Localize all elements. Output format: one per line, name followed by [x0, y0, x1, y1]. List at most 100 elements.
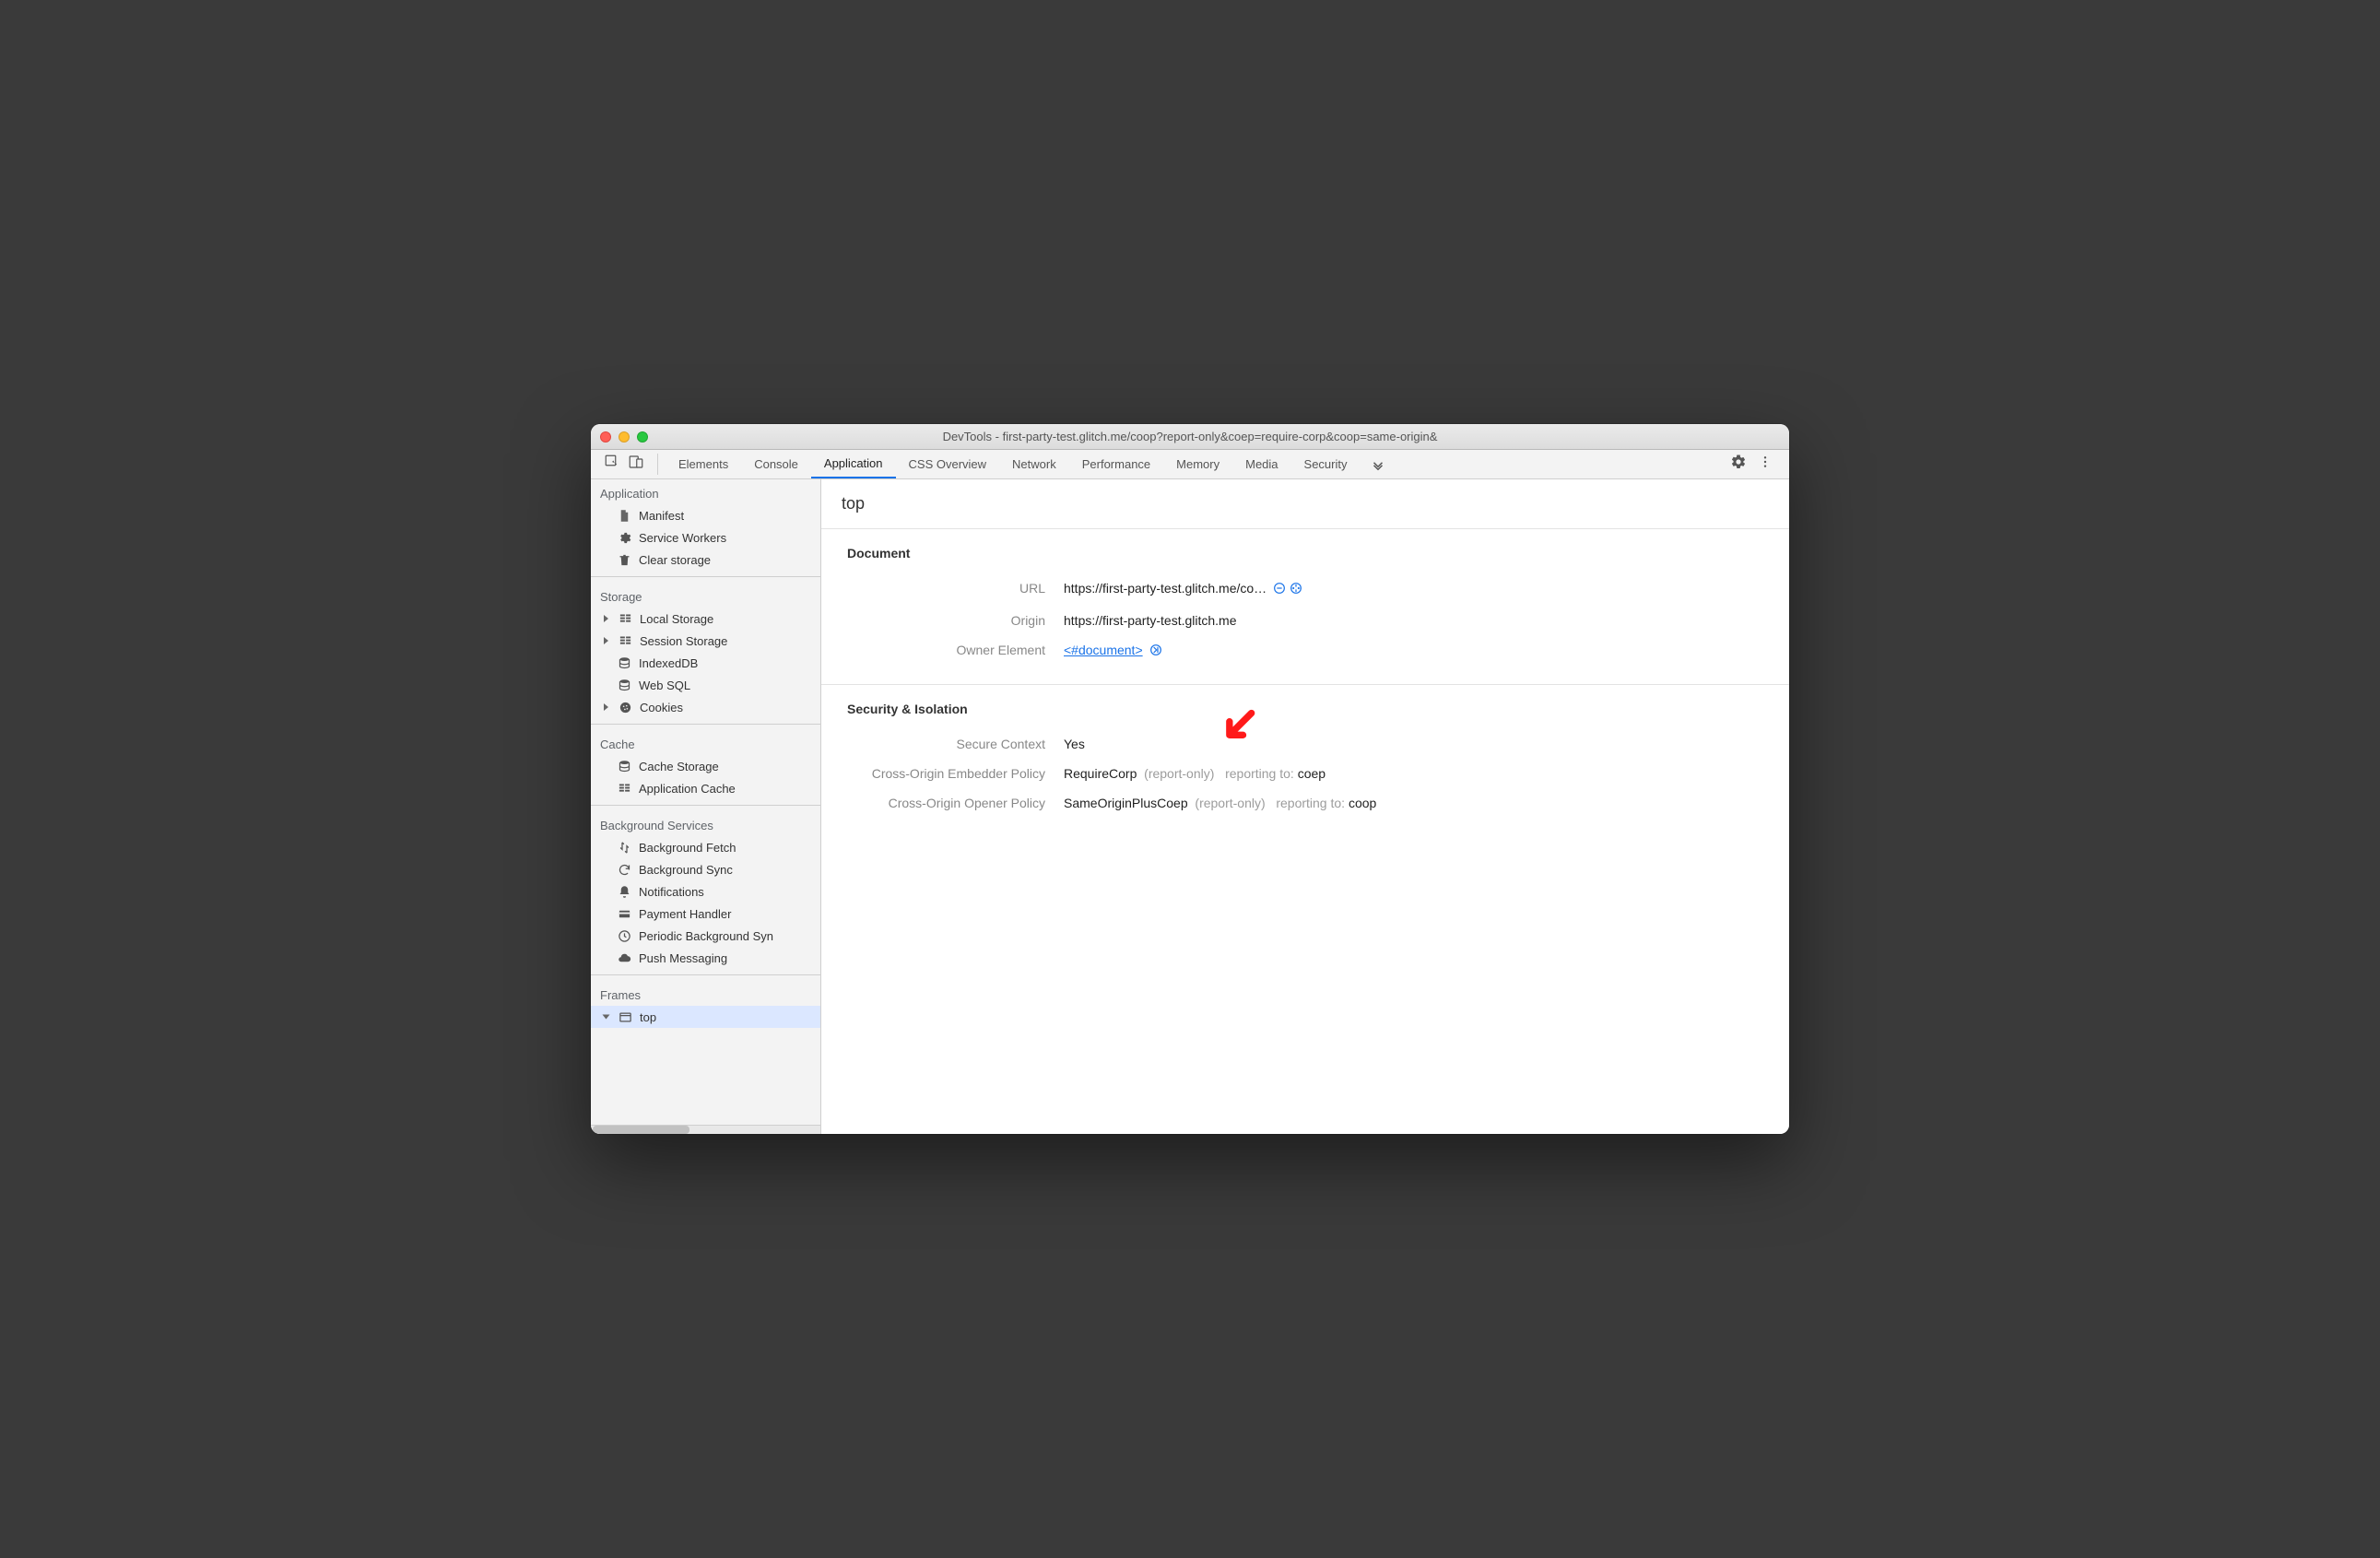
- sidebar-item-top[interactable]: top: [591, 1006, 820, 1028]
- application-sidebar[interactable]: ApplicationManifestService WorkersClear …: [591, 479, 821, 1134]
- tab-elements[interactable]: Elements: [666, 450, 741, 478]
- value-url: https://first-party-test.glitch.me/co…: [1064, 581, 1763, 598]
- sidebar-group-cache: Cache: [591, 730, 820, 755]
- row-secure-context: Secure Context Yes: [847, 729, 1763, 759]
- sidebar-item-web-sql[interactable]: Web SQL: [591, 674, 820, 696]
- sidebar-item-cache-storage[interactable]: Cache Storage: [591, 755, 820, 777]
- window-icon: [618, 1009, 632, 1024]
- sidebar-item-cookies[interactable]: Cookies: [591, 696, 820, 718]
- coop-note: (report-only): [1195, 796, 1265, 810]
- sidebar-item-periodic-background-syn[interactable]: Periodic Background Syn: [591, 925, 820, 947]
- zoom-window-button[interactable]: [637, 431, 648, 443]
- window-controls: [600, 431, 648, 443]
- row-coep: Cross-Origin Embedder Policy RequireCorp…: [847, 759, 1763, 788]
- tab-network[interactable]: Network: [999, 450, 1069, 478]
- sidebar-group-frames: Frames: [591, 981, 820, 1006]
- grid-icon: [617, 781, 631, 796]
- sidebar-item-notifications[interactable]: Notifications: [591, 880, 820, 903]
- devtools-tabbar: ElementsConsoleApplicationCSS OverviewNe…: [591, 450, 1789, 479]
- cookie-icon: [618, 700, 632, 714]
- security-section: Security & Isolation Secure Context Yes …: [821, 685, 1789, 834]
- more-tabs-icon[interactable]: [1361, 450, 1396, 478]
- sidebar-item-label: top: [640, 1010, 656, 1024]
- value-coep: RequireCorp (report-only) reporting to: …: [1064, 766, 1763, 781]
- sidebar-item-label: Manifest: [639, 509, 684, 523]
- horizontal-scrollbar[interactable]: [591, 1125, 820, 1134]
- sidebar-item-application-cache[interactable]: Application Cache: [591, 777, 820, 799]
- value-coop: SameOriginPlusCoep (report-only) reporti…: [1064, 796, 1763, 810]
- sidebar-group-storage: Storage: [591, 583, 820, 608]
- tabs: ElementsConsoleApplicationCSS OverviewNe…: [666, 450, 1361, 478]
- file-icon: [617, 508, 631, 523]
- coep-value: RequireCorp: [1064, 766, 1137, 781]
- tabbar-right: [1721, 450, 1782, 478]
- db-icon: [617, 655, 631, 670]
- sidebar-item-payment-handler[interactable]: Payment Handler: [591, 903, 820, 925]
- sidebar-item-label: Web SQL: [639, 679, 690, 692]
- window-title: DevTools - first-party-test.glitch.me/co…: [600, 430, 1780, 443]
- label-secure-context: Secure Context: [847, 737, 1064, 751]
- bell-icon: [617, 884, 631, 899]
- kebab-menu-icon[interactable]: [1758, 454, 1773, 474]
- tab-performance[interactable]: Performance: [1069, 450, 1163, 478]
- badge-coop-icon[interactable]: [1289, 581, 1303, 598]
- sidebar-item-label: Service Workers: [639, 531, 726, 545]
- sidebar-item-label: Cache Storage: [639, 760, 719, 773]
- security-heading: Security & Isolation: [847, 702, 1763, 716]
- settings-icon[interactable]: [1730, 454, 1747, 475]
- sidebar-group-background-services: Background Services: [591, 811, 820, 836]
- updown-icon: [617, 840, 631, 855]
- close-window-button[interactable]: [600, 431, 611, 443]
- sidebar-item-manifest[interactable]: Manifest: [591, 504, 820, 526]
- reveal-element-icon[interactable]: [1149, 643, 1163, 660]
- row-url: URL https://first-party-test.glitch.me/c…: [847, 573, 1763, 606]
- separator: [591, 724, 820, 725]
- tab-application[interactable]: Application: [811, 450, 896, 478]
- separator: [657, 454, 658, 475]
- coep-reporting-label: reporting to:: [1225, 766, 1294, 781]
- coep-reporting-target: coep: [1298, 766, 1325, 781]
- inspector-controls: [598, 450, 650, 478]
- sidebar-item-label: Session Storage: [640, 634, 727, 648]
- minimize-window-button[interactable]: [619, 431, 630, 443]
- tab-media[interactable]: Media: [1232, 450, 1290, 478]
- clock-icon: [617, 928, 631, 943]
- chevron-right-icon: [604, 703, 608, 711]
- titlebar: DevTools - first-party-test.glitch.me/co…: [591, 424, 1789, 450]
- sidebar-item-service-workers[interactable]: Service Workers: [591, 526, 820, 549]
- chevron-right-icon: [603, 1015, 610, 1020]
- sidebar-item-label: Background Sync: [639, 863, 733, 877]
- content-area: ApplicationManifestService WorkersClear …: [591, 479, 1789, 1134]
- sidebar-item-session-storage[interactable]: Session Storage: [591, 630, 820, 652]
- label-origin: Origin: [847, 613, 1064, 628]
- badge-coep-icon[interactable]: [1272, 581, 1287, 598]
- separator: [591, 974, 820, 975]
- label-coop: Cross-Origin Opener Policy: [847, 796, 1064, 810]
- tab-console[interactable]: Console: [741, 450, 811, 478]
- chevron-right-icon: [604, 637, 608, 644]
- grid-icon: [618, 611, 632, 626]
- device-toggle-icon[interactable]: [628, 454, 644, 475]
- sidebar-item-background-fetch[interactable]: Background Fetch: [591, 836, 820, 858]
- sidebar-item-label: Payment Handler: [639, 907, 731, 921]
- sidebar-item-clear-storage[interactable]: Clear storage: [591, 549, 820, 571]
- sidebar-item-push-messaging[interactable]: Push Messaging: [591, 947, 820, 969]
- separator: [591, 805, 820, 806]
- sidebar-item-label: IndexedDB: [639, 656, 698, 670]
- row-owner: Owner Element <#document>: [847, 635, 1763, 667]
- cloud-icon: [617, 950, 631, 965]
- inspect-element-icon[interactable]: [604, 454, 620, 475]
- tab-css-overview[interactable]: CSS Overview: [896, 450, 1000, 478]
- label-coep: Cross-Origin Embedder Policy: [847, 766, 1064, 781]
- tab-memory[interactable]: Memory: [1163, 450, 1232, 478]
- owner-link[interactable]: <#document>: [1064, 643, 1143, 657]
- document-heading: Document: [847, 546, 1763, 561]
- tab-security[interactable]: Security: [1291, 450, 1361, 478]
- sidebar-item-background-sync[interactable]: Background Sync: [591, 858, 820, 880]
- sidebar-item-label: Push Messaging: [639, 951, 727, 965]
- value-secure-context: Yes: [1064, 737, 1763, 751]
- sidebar-item-local-storage[interactable]: Local Storage: [591, 608, 820, 630]
- sidebar-item-label: Notifications: [639, 885, 704, 899]
- sidebar-item-indexeddb[interactable]: IndexedDB: [591, 652, 820, 674]
- db-icon: [617, 678, 631, 692]
